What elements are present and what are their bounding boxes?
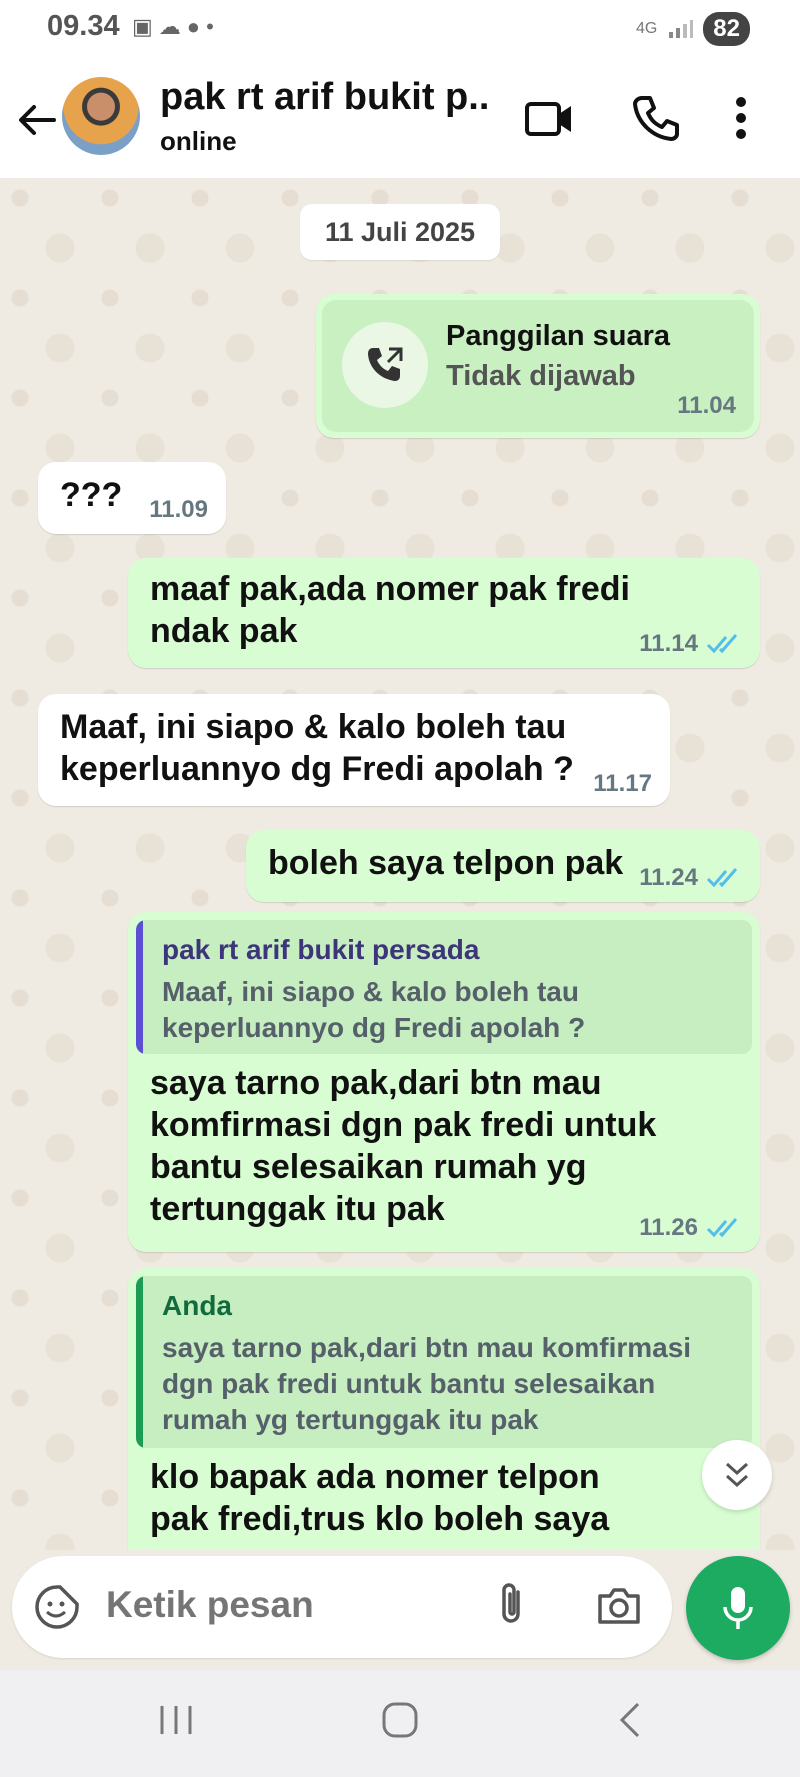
status-right: 4G 82	[636, 12, 750, 46]
voice-call-icon[interactable]	[632, 94, 680, 142]
message-meta: 11.17	[593, 770, 652, 798]
date-separator: 11 Juli 2025	[300, 204, 500, 260]
back-nav-icon[interactable]	[610, 1700, 650, 1740]
message-composer[interactable]	[12, 1556, 672, 1658]
message-text: boleh saya telpon pak	[268, 844, 624, 882]
chat-header: pak rt arif bukit p... online	[0, 60, 800, 178]
outgoing-reply-message[interactable]: Anda saya tarno pak,dari btn mau komfirm…	[128, 1268, 760, 1550]
quote-author: Anda	[162, 1290, 232, 1321]
more-vert-icon[interactable]	[734, 96, 748, 140]
mic-icon	[723, 1587, 753, 1629]
scroll-down-icon	[725, 1462, 749, 1488]
message-meta: 11.14	[639, 630, 742, 658]
camera-icon[interactable]	[596, 1584, 642, 1626]
message-text: Maaf, ini siapo & kalo boleh tau keperlu…	[60, 708, 574, 788]
call-message[interactable]: Panggilan suara Tidak dijawab 11.04	[316, 294, 760, 438]
message-time: 11.24	[639, 864, 698, 891]
outgoing-message[interactable]: boleh saya telpon pak 11.24	[246, 830, 760, 902]
status-time: 09.34	[47, 10, 120, 42]
video-call-icon[interactable]	[524, 96, 574, 142]
message-time: 11.14	[639, 630, 698, 657]
message-time: 11.26	[639, 1214, 698, 1241]
message-text: ???	[60, 476, 123, 514]
message-time: 11.09	[149, 496, 208, 523]
message-input[interactable]	[106, 1584, 476, 1626]
quote-text: saya tarno pak,dari btn mau komfirmasi d…	[162, 1332, 692, 1435]
message-list[interactable]: 11 Juli 2025 Panggilan suara Tidak dijaw…	[0, 178, 800, 1550]
message-text: klo bapak ada nomer telpon pak fredi,tru…	[150, 1458, 610, 1538]
quoted-message[interactable]: Anda saya tarno pak,dari btn mau komfirm…	[136, 1276, 752, 1448]
double-check-icon	[706, 1218, 738, 1238]
sticker-icon[interactable]	[34, 1584, 80, 1630]
incoming-message[interactable]: ??? 11.09	[38, 462, 226, 534]
quote-author: pak rt arif bukit persada	[162, 934, 480, 965]
contact-status: online	[160, 126, 237, 156]
message-meta: 11.26	[639, 1214, 742, 1242]
system-navigation-bar	[0, 1670, 800, 1777]
call-subtitle: Tidak dijawab	[446, 360, 636, 392]
quote-text: Maaf, ini siapo & kalo boleh tau keperlu…	[162, 976, 586, 1043]
back-arrow-icon[interactable]	[14, 98, 58, 142]
quoted-message[interactable]: pak rt arif bukit persada Maaf, ini siap…	[136, 920, 752, 1054]
status-bar: 09.34 ▣☁●• 4G 82	[0, 0, 800, 60]
signal-icon	[669, 20, 694, 38]
message-meta: 11.09	[149, 496, 208, 524]
message-time: 11.04	[677, 392, 736, 419]
contact-name[interactable]: pak rt arif bukit p...	[160, 76, 490, 119]
recents-icon[interactable]	[156, 1700, 196, 1740]
avatar[interactable]	[62, 77, 140, 155]
message-meta: 11.04	[677, 392, 736, 420]
home-icon[interactable]	[380, 1700, 420, 1740]
outgoing-reply-message[interactable]: pak rt arif bukit persada Maaf, ini siap…	[128, 912, 760, 1252]
outgoing-message[interactable]: maaf pak,ada nomer pak fredi ndak pak 11…	[128, 558, 760, 668]
incoming-message[interactable]: Maaf, ini siapo & kalo boleh tau keperlu…	[38, 694, 670, 806]
quote-bar	[136, 920, 143, 1054]
double-check-icon	[706, 868, 738, 888]
attach-icon[interactable]	[496, 1580, 526, 1628]
battery-badge: 82	[703, 12, 750, 46]
mic-button[interactable]	[686, 1556, 790, 1660]
message-time: 11.17	[593, 770, 652, 797]
notification-icons: ▣☁●•	[132, 14, 220, 39]
message-meta: 11.24	[639, 864, 742, 892]
missed-call-icon	[342, 322, 428, 408]
call-title: Panggilan suara	[446, 320, 671, 352]
scroll-down-button[interactable]	[702, 1440, 772, 1510]
double-check-icon	[706, 634, 738, 654]
message-text: saya tarno pak,dari btn mau komfirmasi d…	[150, 1064, 657, 1228]
quote-bar	[136, 1276, 143, 1448]
network-label: 4G	[635, 20, 658, 37]
message-text: maaf pak,ada nomer pak fredi ndak pak	[150, 570, 630, 650]
